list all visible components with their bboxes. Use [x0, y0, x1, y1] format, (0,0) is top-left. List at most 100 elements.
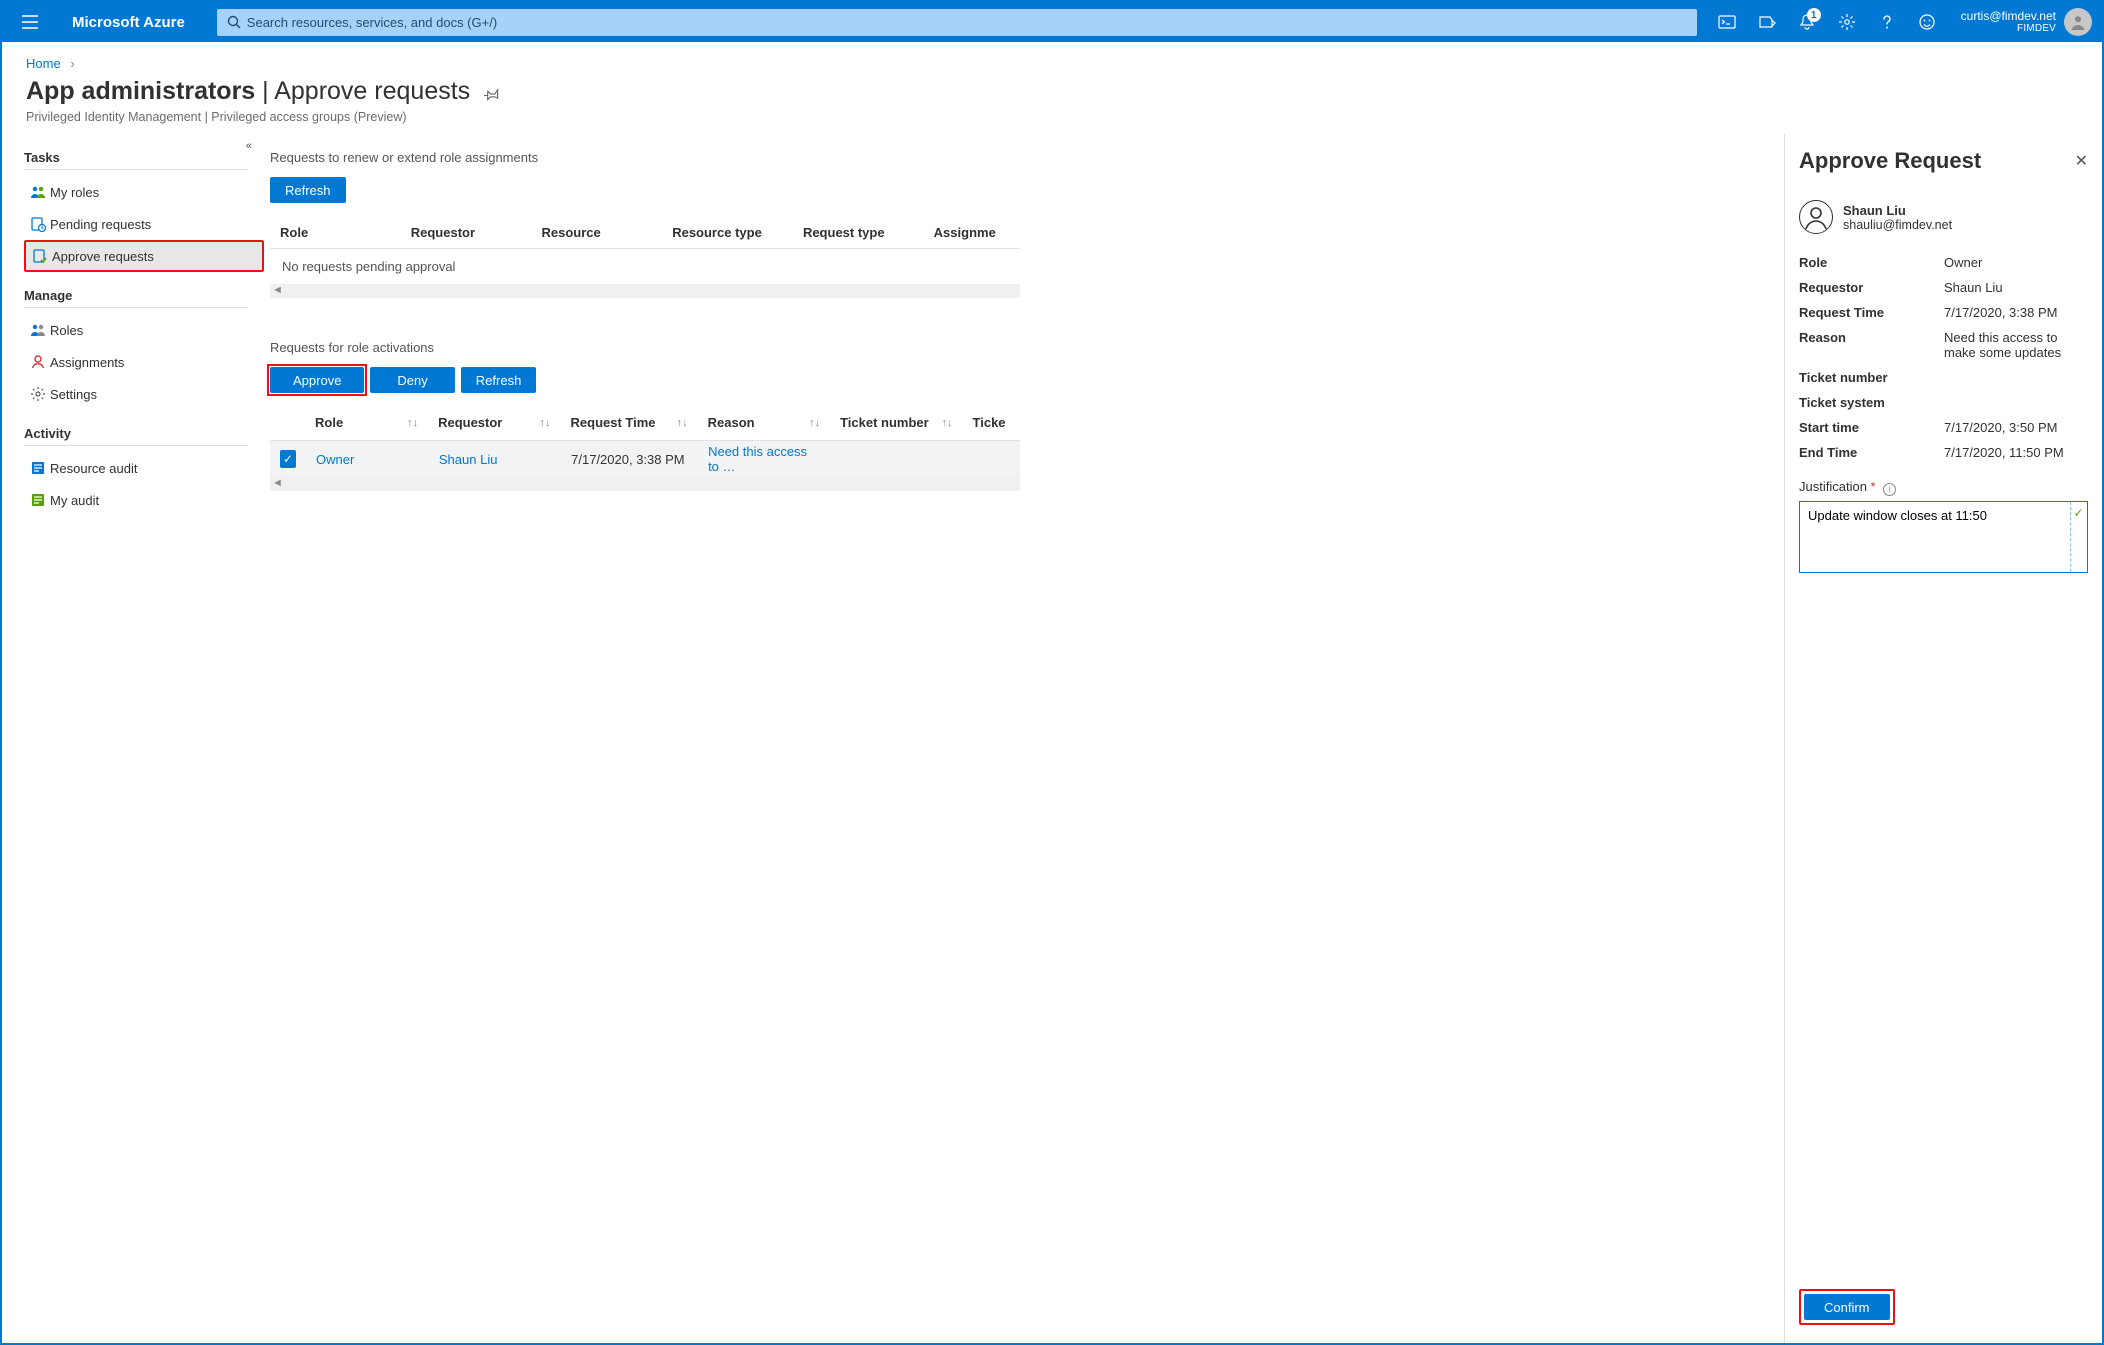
feedback-icon[interactable]: [1907, 2, 1947, 42]
table-row[interactable]: ✓ Owner Shaun Liu 7/17/2020, 3:38 PM Nee…: [270, 441, 1020, 477]
col-request-time[interactable]: Request Time↑↓: [561, 415, 698, 430]
sidebar-group-tasks: Tasks: [24, 150, 248, 170]
sort-icon[interactable]: ↑↓: [809, 417, 820, 429]
col-role[interactable]: Role: [270, 225, 401, 240]
pending-icon: [26, 216, 50, 232]
justification-field-wrap: ✓: [1799, 501, 2088, 573]
person-icon: [1799, 200, 1833, 234]
account-tenant: FIMDEV: [2017, 23, 2056, 34]
approve-icon: [28, 248, 52, 264]
renew-empty: No requests pending approval: [270, 249, 1020, 284]
search-input[interactable]: [247, 15, 1687, 30]
content-area: Home › App administrators | Approve requ…: [2, 42, 2102, 1343]
approve-request-blade: Approve Request ✕ Shaun Liu shauliu@fimd…: [1784, 134, 2102, 1343]
sidebar-group-manage: Manage: [24, 288, 248, 308]
sidebar-item-label: Roles: [50, 323, 83, 338]
my-audit-icon: [26, 492, 50, 508]
col-resource[interactable]: Resource: [531, 225, 662, 240]
sort-icon[interactable]: ↑↓: [942, 417, 953, 429]
global-search[interactable]: [217, 9, 1697, 36]
blade-title: Approve Request: [1799, 148, 2075, 174]
sidebar-item-approve-requests[interactable]: Approve requests: [24, 240, 264, 272]
refresh-renew-button[interactable]: Refresh: [270, 177, 346, 203]
page-title-light: | Approve requests: [262, 77, 470, 105]
my-roles-icon: [26, 184, 50, 200]
notifications-icon[interactable]: 1: [1787, 2, 1827, 42]
justification-input[interactable]: [1800, 502, 2087, 572]
requestor-email: shauliu@fimdev.net: [1843, 218, 1952, 232]
page-title: App administrators | Approve requests: [26, 77, 470, 106]
sidebar-group-activity: Activity: [24, 426, 248, 446]
col-resource-type[interactable]: Resource type: [662, 225, 793, 240]
sidebar-item-label: Pending requests: [50, 217, 151, 232]
directories-icon[interactable]: [1747, 2, 1787, 42]
sidebar: « Tasks My roles Pending requests Approv…: [2, 134, 258, 1343]
sidebar-item-label: My roles: [50, 185, 99, 200]
sort-icon[interactable]: ↑↓: [540, 417, 551, 429]
resource-audit-icon: [26, 460, 50, 476]
sidebar-item-label: My audit: [50, 493, 99, 508]
sort-icon[interactable]: ↑↓: [407, 417, 418, 429]
col-request-type[interactable]: Request type: [793, 225, 924, 240]
sidebar-item-label: Settings: [50, 387, 97, 402]
renew-scrollbar[interactable]: [270, 284, 1020, 298]
roles-icon: [26, 322, 50, 338]
help-icon[interactable]: [1867, 2, 1907, 42]
sidebar-item-my-roles[interactable]: My roles: [24, 176, 264, 208]
sidebar-item-pending-requests[interactable]: Pending requests: [24, 208, 264, 240]
pin-icon[interactable]: [484, 86, 500, 102]
sidebar-item-label: Resource audit: [50, 461, 137, 476]
row-role[interactable]: Owner: [316, 452, 354, 467]
sidebar-item-assignments[interactable]: Assignments: [24, 346, 264, 378]
approve-button[interactable]: Approve: [270, 367, 364, 393]
page-title-strong: App administrators: [26, 77, 255, 105]
breadcrumb-home[interactable]: Home: [26, 56, 61, 71]
col-checkbox[interactable]: [270, 415, 305, 430]
page-header: App administrators | Approve requests: [2, 77, 2102, 110]
chevron-right-icon: ›: [70, 56, 74, 71]
sidebar-item-my-audit[interactable]: My audit: [24, 484, 264, 516]
col-reason[interactable]: Reason↑↓: [698, 415, 830, 430]
col-role[interactable]: Role↑↓: [305, 415, 428, 430]
account-block[interactable]: curtis@fimdev.net FIMDEV: [1947, 10, 2064, 34]
avatar[interactable]: [2064, 8, 2092, 36]
col-requestor[interactable]: Requestor: [401, 225, 532, 240]
topbar-right-icons: 1 curtis@fimdev.net FIMDEV: [1697, 2, 2102, 42]
row-reason[interactable]: Need this access to …: [708, 444, 820, 474]
col-assignment[interactable]: Assignme: [924, 225, 1020, 240]
deny-button[interactable]: Deny: [370, 367, 454, 393]
confirm-button[interactable]: Confirm: [1804, 1294, 1890, 1320]
sort-icon[interactable]: ↑↓: [677, 417, 688, 429]
assignments-icon: [26, 354, 50, 370]
info-icon[interactable]: i: [1883, 483, 1896, 496]
col-ticket-number[interactable]: Ticket number↑↓: [830, 415, 962, 430]
sidebar-item-label: Approve requests: [52, 249, 154, 264]
brand-label[interactable]: Microsoft Azure: [50, 14, 207, 31]
justification-label: Justification * i: [1799, 479, 2088, 495]
hamburger-icon[interactable]: [10, 15, 50, 29]
top-bar: Microsoft Azure 1 curtis@fimdev.net FIMD…: [2, 2, 2102, 42]
row-requestor[interactable]: Shaun Liu: [439, 452, 498, 467]
sidebar-item-label: Assignments: [50, 355, 124, 370]
settings-icon[interactable]: [1827, 2, 1867, 42]
sidebar-item-resource-audit[interactable]: Resource audit: [24, 452, 264, 484]
col-ticket-system[interactable]: Ticke: [963, 415, 1020, 430]
activate-scrollbar[interactable]: [270, 477, 1020, 491]
sidebar-item-settings[interactable]: Settings: [24, 378, 264, 410]
breadcrumb: Home ›: [2, 42, 2102, 77]
requestor-block: Shaun Liu shauliu@fimdev.net: [1799, 190, 2088, 250]
notifications-badge: 1: [1807, 8, 1821, 22]
account-email: curtis@fimdev.net: [1961, 10, 2056, 23]
collapse-sidebar-icon[interactable]: «: [246, 140, 252, 152]
validation-check-icon: ✓: [2070, 502, 2086, 572]
sidebar-item-roles[interactable]: Roles: [24, 314, 264, 346]
activate-grid: Role↑↓ Requestor↑↓ Request Time↑↓ Reason…: [270, 405, 1020, 491]
row-checkbox[interactable]: ✓: [280, 450, 296, 468]
close-icon[interactable]: ✕: [2075, 151, 2088, 171]
cloud-shell-icon[interactable]: [1707, 2, 1747, 42]
col-requestor[interactable]: Requestor↑↓: [428, 415, 560, 430]
search-icon: [227, 15, 241, 29]
refresh-activate-button[interactable]: Refresh: [461, 367, 537, 393]
requestor-name: Shaun Liu: [1843, 203, 1952, 218]
row-time: 7/17/2020, 3:38 PM: [571, 452, 684, 467]
